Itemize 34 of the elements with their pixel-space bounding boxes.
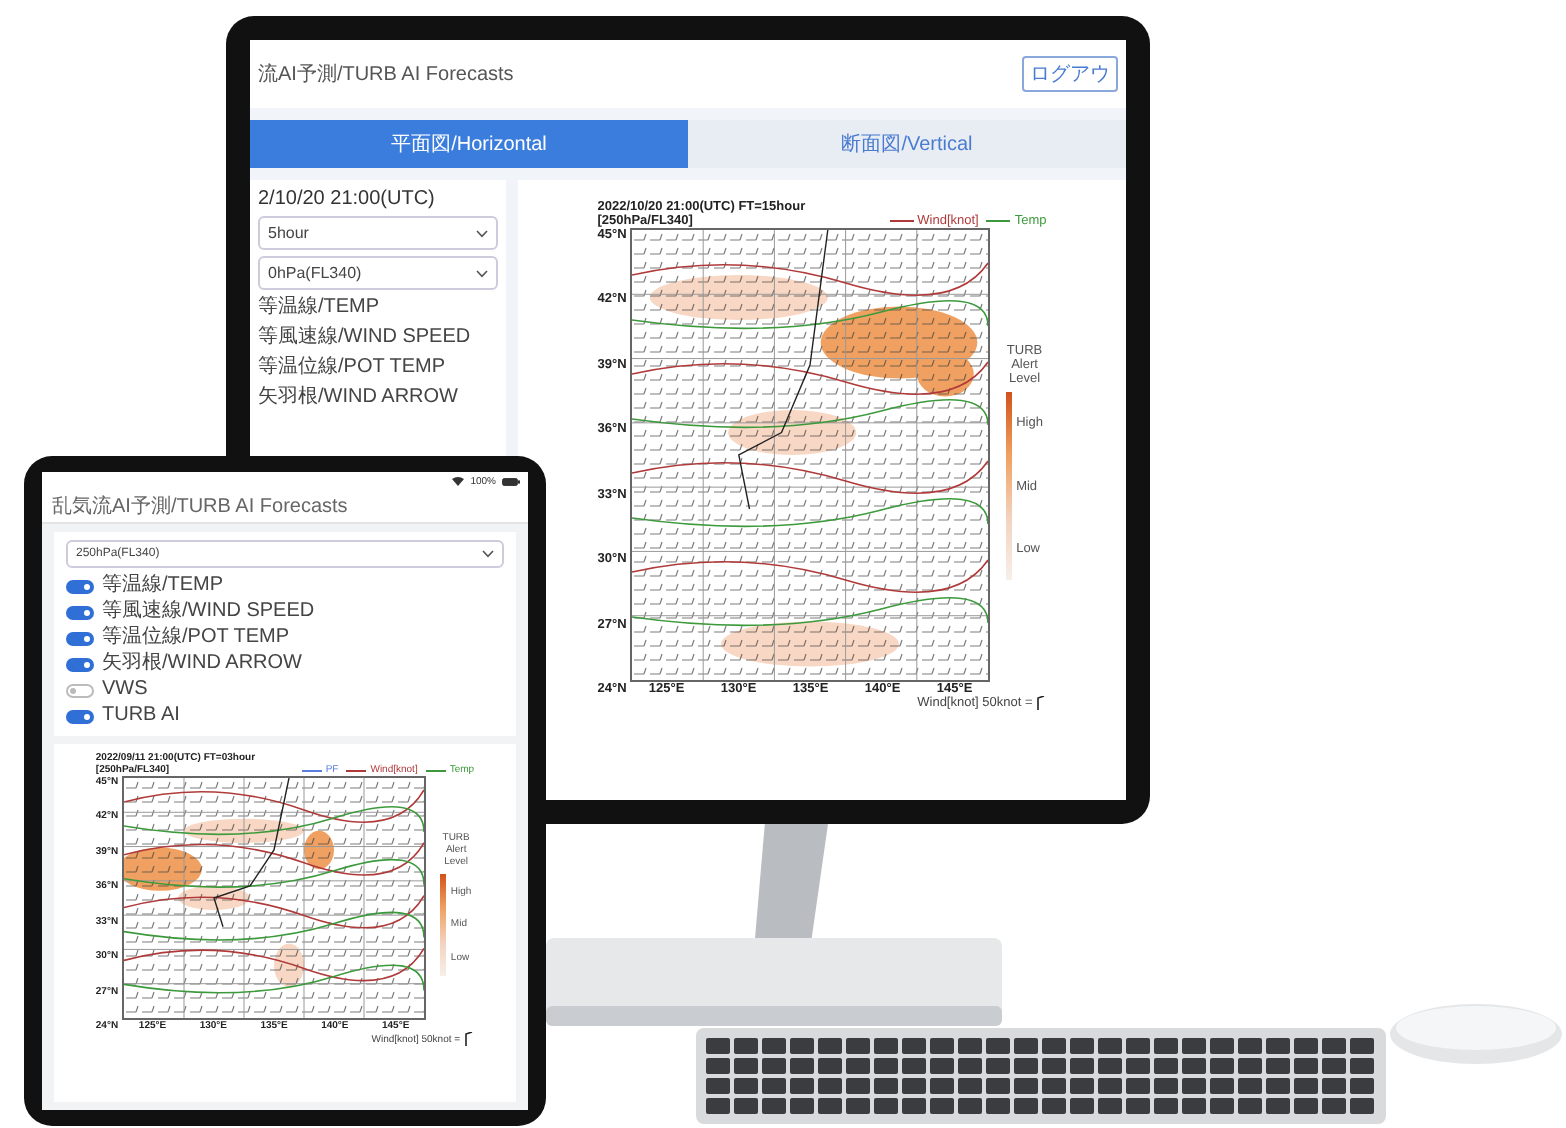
view-tab[interactable]: 断面図/Vertical xyxy=(688,120,1126,168)
caret-icon xyxy=(476,269,488,277)
toggle-label: TURB AI xyxy=(102,704,180,728)
layer-option[interactable]: 等風速線/WIND SPEED xyxy=(258,326,498,350)
forecast-datetime: 2/10/20 21:00(UTC) xyxy=(258,188,437,210)
wifi-icon xyxy=(452,476,465,486)
toggle-label: 等温位線/POT TEMP xyxy=(102,626,290,650)
view-tab[interactable]: 平面図/Horizontal xyxy=(250,120,688,168)
toggle-switch[interactable] xyxy=(66,579,94,593)
layer-option[interactable]: 等温位線/POT TEMP xyxy=(258,356,498,380)
dropdown-value: 0hPa(FL340) xyxy=(268,264,362,282)
dropdown-select[interactable]: 5hour xyxy=(258,216,498,250)
wind-barb-icon xyxy=(464,1032,475,1046)
toggle-switch[interactable] xyxy=(66,605,94,619)
logout-button[interactable]: ログアウ xyxy=(1022,56,1118,92)
app-title: 乱気流AI予測/TURB AI Forecasts xyxy=(42,490,528,524)
dropdown-select[interactable]: 0hPa(FL340) xyxy=(258,256,498,290)
toggle-switch[interactable] xyxy=(66,631,94,645)
toggle-switch[interactable] xyxy=(66,709,94,723)
colorbar xyxy=(440,874,447,976)
layer-option[interactable]: 等温線/TEMP xyxy=(258,296,498,320)
battery-icon xyxy=(502,477,520,485)
wind-barb-icon xyxy=(1036,696,1047,710)
dropdown-value: 5hour xyxy=(268,224,309,242)
toggle-switch[interactable] xyxy=(66,683,94,697)
toggle-label: 等風速線/WIND SPEED xyxy=(102,600,315,624)
app-title: 流AI予測/TURB AI Forecasts xyxy=(258,61,514,88)
toggle-label: 等温線/TEMP xyxy=(102,574,224,598)
toggle-label: 矢羽根/WIND ARROW xyxy=(102,652,302,676)
layer-option[interactable]: 矢羽根/WIND ARROW xyxy=(258,386,498,410)
toggle-switch[interactable] xyxy=(66,657,94,671)
caret-icon xyxy=(476,229,488,237)
caret-icon xyxy=(482,550,494,558)
toggle-label: VWS xyxy=(102,678,148,702)
